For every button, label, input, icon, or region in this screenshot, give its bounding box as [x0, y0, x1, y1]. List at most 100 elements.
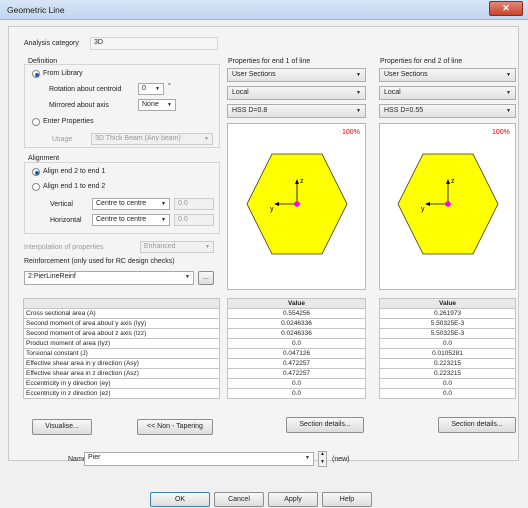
end1-source-select[interactable]: User Sections ▼	[227, 68, 366, 82]
end1-value-cell[interactable]: 0.554256	[227, 308, 366, 319]
align-2-to-1-radio[interactable]	[32, 168, 40, 176]
end2-coords-select[interactable]: Local ▼	[379, 86, 516, 100]
apply-label: Apply	[284, 496, 302, 503]
horizontal-select[interactable]: Centre to centre ▼	[92, 214, 170, 226]
reinforcement-browse-button[interactable]: ...	[198, 271, 214, 285]
align-1-to-2-label: Align end 1 to end 2	[43, 183, 106, 190]
end2-header: Properties for end 2 of line	[380, 58, 463, 65]
chevron-down-icon: ▼	[305, 455, 310, 461]
interpolation-select[interactable]: Enhanced ▼	[140, 241, 214, 253]
end1-value-cell[interactable]: 0.047126	[227, 348, 366, 359]
end2-section-select[interactable]: HSS D=0.55 ▼	[379, 104, 516, 118]
vertical-offset-field[interactable]: 0.0	[174, 198, 214, 210]
end2-value-cell[interactable]: 0.223215	[379, 358, 516, 369]
chevron-down-icon: ▼	[356, 90, 361, 96]
end1-value-cell[interactable]: 0.0246336	[227, 318, 366, 329]
end1-value-cell[interactable]: 0.0	[227, 378, 366, 389]
non-tapering-button[interactable]: << Non - Tapering	[137, 419, 213, 435]
chevron-down-icon: ▼	[204, 136, 209, 142]
end1-value-cell[interactable]: 0.0	[227, 338, 366, 349]
end1-hexagon-graphic: z y	[246, 153, 348, 255]
end2-value-cell[interactable]: 0.261973	[379, 308, 516, 319]
end2-value-cell[interactable]: 0.0	[379, 338, 516, 349]
usage-value: 3D Thick Beam (Any beam)	[95, 135, 181, 142]
window-title: Geometric Line	[7, 5, 65, 15]
help-button[interactable]: Help	[322, 492, 372, 507]
vertical-value: Centre to centre	[96, 200, 147, 207]
ok-button[interactable]: OK	[150, 492, 210, 507]
apply-button[interactable]: Apply	[268, 492, 318, 507]
cancel-label: Cancel	[228, 496, 250, 503]
property-name: Torsional constant (J)	[23, 348, 220, 359]
property-name: Second moment of area about z axis (Izz)	[23, 328, 220, 339]
cancel-button[interactable]: Cancel	[214, 492, 264, 507]
value-header: Value	[379, 298, 516, 309]
name-status: (new)	[332, 456, 350, 463]
title-bar: Geometric Line ✕	[0, 0, 528, 20]
rotation-select[interactable]: 0 ▼	[138, 83, 164, 95]
align-1-to-2-radio[interactable]	[32, 183, 40, 191]
end2-value-cell[interactable]: 0.0105281	[379, 348, 516, 359]
end1-value-cell[interactable]: 0.472257	[227, 368, 366, 379]
visualise-label: Visualise...	[45, 423, 79, 430]
chevron-down-icon: ▼	[356, 108, 361, 114]
from-library-radio[interactable]	[32, 70, 40, 78]
horizontal-label: Horizontal	[50, 217, 82, 224]
end1-section-details-button[interactable]: Section details...	[286, 417, 364, 433]
chevron-down-icon: ▼	[185, 274, 190, 280]
end1-section-value: HSS D=0.8	[232, 107, 268, 114]
end2-source-value: User Sections	[384, 71, 428, 78]
reinforcement-select[interactable]: 2:PierLineReinf ▼	[24, 271, 194, 285]
end2-hexagon-graphic: z y	[397, 153, 499, 255]
chevron-down-icon: ▼	[506, 108, 511, 114]
end2-section-details-button[interactable]: Section details...	[438, 417, 516, 433]
end2-value-cell[interactable]: 0.223215	[379, 368, 516, 379]
end1-value-cell[interactable]: 0.0	[227, 388, 366, 399]
name-combo[interactable]: Pier ▼	[84, 452, 314, 466]
ok-label: OK	[174, 496, 186, 503]
usage-label: Usage	[52, 136, 73, 143]
visualise-button[interactable]: Visualise...	[32, 419, 92, 435]
chevron-down-icon: ▼	[155, 86, 160, 92]
rotation-value: 0	[142, 85, 146, 92]
rotation-unit: °	[168, 83, 171, 90]
end2-value-cell[interactable]: 5.50325E-3	[379, 328, 516, 339]
horizontal-offset-value: 0.0	[178, 216, 188, 223]
end2-value-cell[interactable]: 5.50325E-3	[379, 318, 516, 329]
property-name: Eccentricity in z direction (ez)	[23, 388, 220, 399]
enter-properties-radio[interactable]	[32, 118, 40, 126]
spin-up-icon: ▲	[320, 451, 325, 457]
non-tapering-label: << Non - Tapering	[147, 423, 203, 430]
chevron-down-icon: ▼	[205, 244, 210, 250]
end1-coords-value: Local	[232, 89, 249, 96]
end1-section-select[interactable]: HSS D=0.8 ▼	[227, 104, 366, 118]
vertical-select[interactable]: Centre to centre ▼	[92, 198, 170, 210]
end1-value-cell[interactable]: 0.0246336	[227, 328, 366, 339]
end1-value-cell[interactable]: 0.472257	[227, 358, 366, 369]
chevron-down-icon: ▼	[506, 90, 511, 96]
chevron-down-icon: ▼	[506, 72, 511, 78]
horizontal-offset-field[interactable]: 0.0	[174, 214, 214, 226]
end2-source-select[interactable]: User Sections ▼	[379, 68, 516, 82]
chevron-down-icon: ▼	[356, 72, 361, 78]
end1-values-table: Value 0.554256 0.0246336 0.0246336 0.0 0…	[227, 298, 366, 399]
property-names-table: Cross sectional area (A) Second moment o…	[23, 298, 220, 399]
name-spinner[interactable]: ▲ ▼	[318, 451, 327, 467]
section-details-label: Section details...	[451, 421, 503, 428]
end1-coords-select[interactable]: Local ▼	[227, 86, 366, 100]
interpolation-value: Enhanced	[144, 243, 176, 250]
vertical-label: Vertical	[50, 201, 73, 208]
close-button[interactable]: ✕	[489, 1, 523, 16]
property-name: Product moment of area (Iyz)	[23, 338, 220, 349]
end2-centroid-marker	[445, 201, 451, 207]
vertical-offset-value: 0.0	[178, 200, 188, 207]
end2-axis-y-label: y	[421, 206, 425, 213]
property-name: Effective shear area in z direction (Asz…	[23, 368, 220, 379]
property-name: Effective shear area in y direction (Asy…	[23, 358, 220, 369]
mirrored-select[interactable]: None ▼	[138, 99, 176, 111]
end1-header: Properties for end 1 of line	[228, 58, 311, 65]
property-name: Cross sectional area (A)	[23, 308, 220, 319]
end2-value-cell[interactable]: 0.0	[379, 378, 516, 389]
usage-select[interactable]: 3D Thick Beam (Any beam) ▼	[91, 133, 213, 145]
end2-value-cell[interactable]: 0.0	[379, 388, 516, 399]
